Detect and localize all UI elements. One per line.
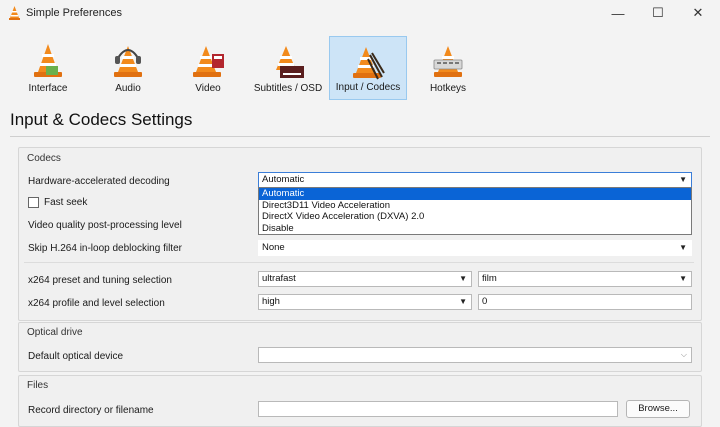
chevron-down-icon: ⌵ xyxy=(680,350,687,359)
optical-device-label: Default optical device xyxy=(28,351,124,362)
hw-decoding-select[interactable]: Automatic ▼ xyxy=(258,172,692,188)
cone-headphones-icon xyxy=(114,46,142,77)
codecs-separator xyxy=(24,262,694,263)
page-title: Input & Codecs Settings xyxy=(10,110,193,129)
x264-tune-select[interactable]: film ▼ xyxy=(478,271,692,287)
x264-profile-label: x264 profile and level selection xyxy=(28,298,165,309)
cone-hotkeys-icon xyxy=(433,46,463,77)
tab-subtitles-osd[interactable]: Subtitles / OSD xyxy=(249,36,327,100)
dropdown-option-automatic[interactable]: Automatic xyxy=(259,188,691,200)
tab-input-codecs[interactable]: Input / Codecs xyxy=(329,36,407,100)
cone-video-icon xyxy=(193,46,224,77)
dropdown-option-disable[interactable]: Disable xyxy=(259,223,691,235)
x264-level-input[interactable]: 0 xyxy=(478,294,692,310)
optical-group-label: Optical drive xyxy=(27,327,83,338)
skip-h264-value: None xyxy=(262,242,285,253)
files-group-label: Files xyxy=(27,380,49,391)
tab-interface[interactable]: Interface xyxy=(9,36,87,100)
cone-interface-icon xyxy=(34,44,62,77)
tab-label: Hotkeys xyxy=(429,83,467,94)
skip-h264-select[interactable]: None ▼ xyxy=(258,240,692,256)
cone-codecs-icon xyxy=(353,47,385,80)
tab-label: Audio xyxy=(115,83,141,94)
x264-level-value: 0 xyxy=(482,296,488,307)
title-bar: Simple Preferences — ☐ ✕ xyxy=(0,0,720,26)
x264-preset-label: x264 preset and tuning selection xyxy=(28,275,172,286)
x264-preset-value: ultrafast xyxy=(262,273,296,284)
minimize-button[interactable]: — xyxy=(600,0,636,26)
video-quality-label: Video quality post-processing level xyxy=(28,220,182,231)
skip-h264-label: Skip H.264 in-loop deblocking filter xyxy=(28,243,182,254)
heading-divider xyxy=(10,136,710,137)
tab-label: Video xyxy=(195,83,221,94)
cone-subtitles-icon xyxy=(276,46,304,78)
hw-decoding-value: Automatic xyxy=(262,174,305,185)
dropdown-option-dxva2[interactable]: DirectX Video Acceleration (DXVA) 2.0 xyxy=(259,211,691,223)
dropdown-arrow-icon: ▼ xyxy=(679,243,687,252)
close-button[interactable]: ✕ xyxy=(680,0,716,26)
vlc-cone-icon xyxy=(9,6,20,20)
tab-label: Subtitles / OSD xyxy=(253,83,323,94)
fast-seek-label: Fast seek xyxy=(44,197,88,208)
tab-label: Input / Codecs xyxy=(335,82,401,93)
maximize-button[interactable]: ☐ xyxy=(640,0,676,26)
optical-device-select[interactable]: ⌵ xyxy=(258,347,692,363)
fast-seek-checkbox[interactable] xyxy=(28,197,39,208)
tab-hotkeys[interactable]: Hotkeys xyxy=(409,36,487,100)
x264-profile-select[interactable]: high ▼ xyxy=(258,294,472,310)
tab-label: Interface xyxy=(28,83,68,94)
category-toolbar: Interface Audio Video Subtitles / OSD In… xyxy=(0,28,720,102)
codecs-group-label: Codecs xyxy=(27,153,61,164)
dropdown-option-d3d11va[interactable]: Direct3D11 Video Acceleration xyxy=(259,200,691,212)
x264-tune-value: film xyxy=(482,273,497,284)
window-title: Simple Preferences xyxy=(26,7,122,19)
dropdown-arrow-icon: ▼ xyxy=(679,175,687,184)
dropdown-arrow-icon: ▼ xyxy=(679,274,687,283)
record-dir-label: Record directory or filename xyxy=(28,405,154,416)
dropdown-arrow-icon: ▼ xyxy=(459,297,467,306)
browse-button[interactable]: Browse... xyxy=(626,400,690,418)
hw-decoding-dropdown-list: Automatic Direct3D11 Video Acceleration … xyxy=(258,187,692,235)
tab-audio[interactable]: Audio xyxy=(89,36,167,100)
x264-preset-select[interactable]: ultrafast ▼ xyxy=(258,271,472,287)
dropdown-arrow-icon: ▼ xyxy=(459,274,467,283)
tab-video[interactable]: Video xyxy=(169,36,247,100)
x264-profile-value: high xyxy=(262,296,280,307)
hw-decoding-label: Hardware-accelerated decoding xyxy=(28,176,170,187)
close-icon: ✕ xyxy=(692,5,704,20)
record-dir-input[interactable] xyxy=(258,401,618,417)
maximize-icon: ☐ xyxy=(652,5,664,20)
minimize-icon: — xyxy=(611,5,625,21)
